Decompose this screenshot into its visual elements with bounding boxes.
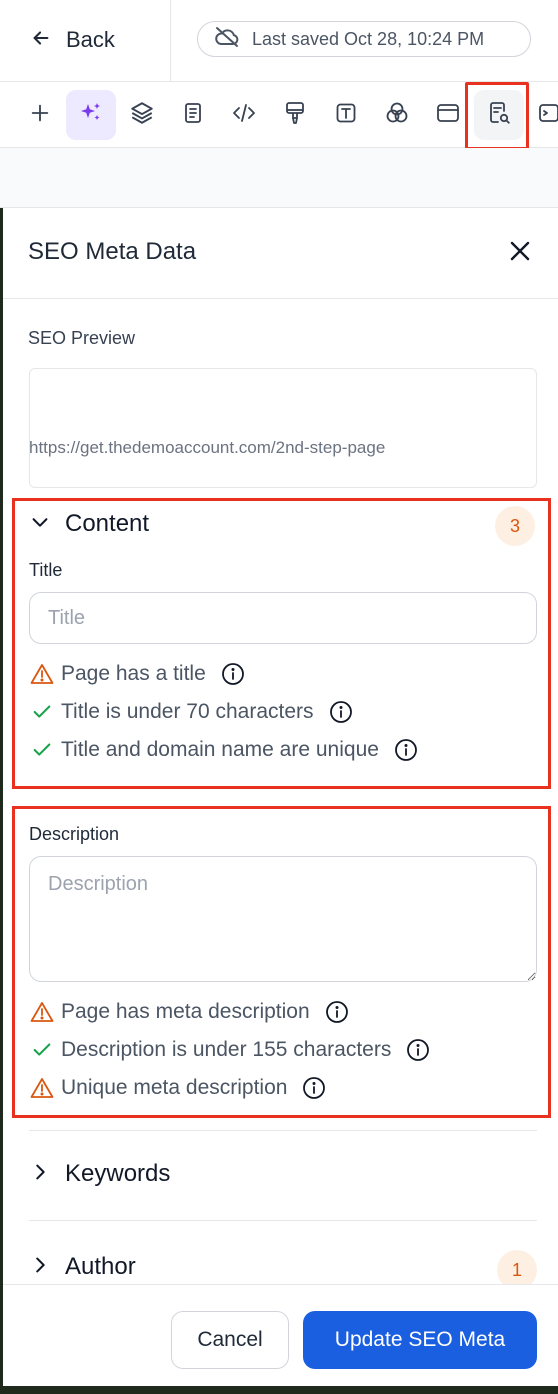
color-circles-icon xyxy=(384,100,410,131)
text-tool-button[interactable] xyxy=(321,90,371,140)
chevron-right-icon xyxy=(29,1254,51,1281)
close-icon xyxy=(509,240,531,267)
layers-icon xyxy=(129,100,155,131)
cancel-button[interactable]: Cancel xyxy=(171,1311,289,1369)
code-icon xyxy=(231,101,257,130)
panel-title: SEO Meta Data xyxy=(28,238,197,265)
canvas-strip xyxy=(0,148,558,208)
paint-brush-icon xyxy=(283,100,307,131)
description-check-item: Unique meta description xyxy=(29,1073,327,1103)
back-button[interactable]: Back xyxy=(30,24,115,56)
description-textarea[interactable] xyxy=(29,856,537,982)
plus-icon xyxy=(29,102,51,129)
seo-preview-label: SEO Preview xyxy=(28,328,136,348)
back-label: Back xyxy=(66,27,115,52)
chevron-right-icon xyxy=(29,1161,51,1188)
panel-divider xyxy=(3,298,558,299)
top-header: Back Last saved Oct 28, 10:24 PM xyxy=(0,0,558,82)
checkmark-icon xyxy=(29,737,55,763)
author-heading: Author xyxy=(65,1253,136,1280)
keywords-heading: Keywords xyxy=(65,1160,171,1187)
text-icon xyxy=(334,101,358,130)
seo-meta-panel: SEO Meta Data SEO Preview https://get.th… xyxy=(3,208,558,1386)
browser-window-icon xyxy=(435,101,461,130)
title-input[interactable] xyxy=(29,592,537,644)
checkmark-icon xyxy=(29,1037,55,1063)
title-label: Title xyxy=(29,560,63,580)
content-accordion-header[interactable]: Content xyxy=(29,510,149,538)
description-check-item: Description is under 155 characters xyxy=(29,1035,431,1065)
info-icon[interactable] xyxy=(405,1037,431,1063)
section-divider xyxy=(29,1220,537,1221)
cloud-off-icon xyxy=(214,26,240,53)
check-text: Title and domain name are unique xyxy=(61,738,379,761)
add-tool-button[interactable] xyxy=(15,90,65,140)
description-label: Description xyxy=(29,824,120,844)
check-text: Page has meta description xyxy=(61,1000,310,1023)
panel-footer: Cancel Update SEO Meta xyxy=(3,1284,558,1386)
code-tool-button[interactable] xyxy=(219,90,269,140)
pages-tool-button[interactable] xyxy=(168,90,218,140)
close-button[interactable] xyxy=(505,238,535,268)
ai-tool-button[interactable] xyxy=(66,90,116,140)
checkmark-icon xyxy=(29,699,55,725)
warning-triangle-icon xyxy=(29,1075,55,1101)
seo-search-doc-icon xyxy=(486,100,512,131)
update-seo-meta-button[interactable]: Update SEO Meta xyxy=(303,1311,537,1369)
check-text: Unique meta description xyxy=(61,1076,288,1099)
seo-preview-box xyxy=(29,368,537,488)
warning-triangle-icon xyxy=(29,999,55,1025)
info-icon[interactable] xyxy=(393,737,419,763)
arrow-left-icon xyxy=(30,27,52,54)
seo-tool-button[interactable] xyxy=(474,90,524,140)
info-icon[interactable] xyxy=(328,699,354,725)
check-text: Page has a title xyxy=(61,662,206,685)
layers-tool-button[interactable] xyxy=(117,90,167,140)
content-issue-badge: 3 xyxy=(495,506,535,546)
seo-preview-url: https://get.thedemoaccount.com/2nd-step-… xyxy=(29,438,386,457)
save-status-pill: Last saved Oct 28, 10:24 PM xyxy=(197,21,531,57)
style-tool-button[interactable] xyxy=(270,90,320,140)
title-check-item: Page has a title xyxy=(29,659,246,689)
layout-tool-button[interactable] xyxy=(423,90,473,140)
content-heading: Content xyxy=(65,510,150,537)
chevron-down-icon xyxy=(29,511,51,538)
title-check-item: Title and domain name are unique xyxy=(29,735,419,765)
author-accordion-header[interactable]: Author xyxy=(29,1253,136,1281)
sparkles-icon xyxy=(78,100,104,131)
check-text: Title is under 70 characters xyxy=(61,700,314,723)
section-divider xyxy=(29,1130,537,1131)
terminal-tool-button[interactable] xyxy=(525,90,558,140)
title-check-item: Title is under 70 characters xyxy=(29,697,354,727)
toolbar xyxy=(0,82,558,148)
keywords-accordion-header[interactable]: Keywords xyxy=(29,1160,170,1188)
header-divider xyxy=(170,0,171,82)
description-check-item: Page has meta description xyxy=(29,997,350,1027)
info-icon[interactable] xyxy=(220,661,246,687)
save-status-text: Last saved Oct 28, 10:24 PM xyxy=(252,28,485,49)
check-text: Description is under 155 characters xyxy=(61,1038,392,1061)
color-tool-button[interactable] xyxy=(372,90,422,140)
terminal-icon xyxy=(537,101,558,130)
info-icon[interactable] xyxy=(324,999,350,1025)
warning-triangle-icon xyxy=(29,661,55,687)
page-icon xyxy=(181,101,205,130)
info-icon[interactable] xyxy=(301,1075,327,1101)
